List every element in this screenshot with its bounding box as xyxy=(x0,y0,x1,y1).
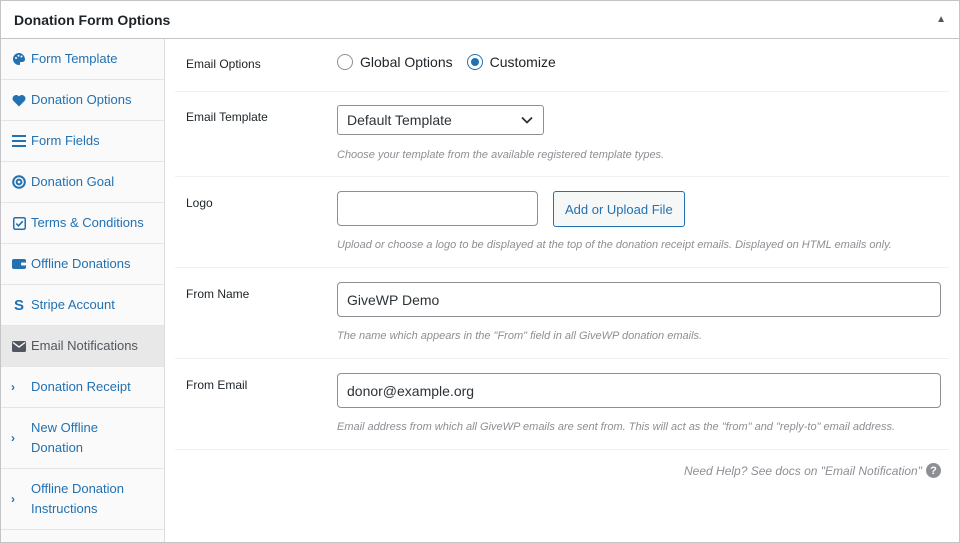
from-email-description: Email address from which all GiveWP emai… xyxy=(337,421,896,433)
chevron-right-icon: › xyxy=(11,380,15,394)
logo-label: Logo xyxy=(186,196,213,210)
sidebar-item-new-offline-donation[interactable]: › New Offline Donation xyxy=(1,408,164,469)
from-email-row: From Email donor@example.org Email addre… xyxy=(175,359,949,450)
radio-label: Global Options xyxy=(360,54,453,70)
from-name-input[interactable]: GiveWP Demo xyxy=(337,282,941,317)
sidebar-item-terms-conditions[interactable]: Terms & Conditions xyxy=(1,203,164,244)
radio-button-checked[interactable] xyxy=(466,54,483,70)
collapse-toggle-icon[interactable]: ▲ xyxy=(936,14,946,25)
email-template-select[interactable]: Default Template xyxy=(337,105,544,135)
sidebar-item-label: Donation Goal xyxy=(31,174,115,189)
chevron-right-icon: › xyxy=(11,492,15,506)
from-email-label: From Email xyxy=(186,378,248,392)
palette-icon xyxy=(11,51,27,67)
sidebar-item-email-notifications[interactable]: Email Notifications xyxy=(1,326,164,367)
from-name-row: From Name GiveWP Demo The name which app… xyxy=(175,268,949,359)
global-options-radio[interactable]: Global Options xyxy=(337,54,453,70)
help-text: Need Help? See docs on "Email Notificati… xyxy=(684,463,922,478)
sidebar-item-form-template[interactable]: Form Template xyxy=(1,39,164,80)
wallet-icon xyxy=(11,256,27,272)
envelope-icon xyxy=(11,338,27,354)
sidebar-item-label: Donation Options xyxy=(31,92,132,107)
from-name-description: The name which appears in the "From" fie… xyxy=(337,330,703,342)
target-icon xyxy=(11,174,27,190)
sidebar-item-label: Donation Receipt xyxy=(31,379,131,394)
logo-url-input[interactable] xyxy=(337,191,538,226)
from-email-input[interactable]: donor@example.org xyxy=(337,373,941,408)
sidebar-item-label: Terms & Conditions xyxy=(31,215,144,230)
customize-radio[interactable]: Customize xyxy=(466,54,556,70)
select-value: Default Template xyxy=(347,112,452,128)
sidebar-item-donation-goal[interactable]: Donation Goal xyxy=(1,162,164,203)
list-icon xyxy=(11,133,27,149)
radio-label: Customize xyxy=(489,54,556,70)
add-or-upload-file-button[interactable]: Add or Upload File xyxy=(553,191,685,227)
sidebar-item-label: Offline Donation Instructions xyxy=(31,481,124,516)
logo-description: Upload or choose a logo to be displayed … xyxy=(337,239,892,251)
sidebar-item-label: Email Notifications xyxy=(31,338,138,353)
donation-form-options-panel: Donation Form Options ▲ Form Template Do… xyxy=(0,0,960,543)
panel-title: Donation Form Options xyxy=(14,11,171,28)
sidebar-item-label: Stripe Account xyxy=(31,297,115,312)
sidebar-item-offline-donation-instructions[interactable]: › Offline Donation Instructions xyxy=(1,469,164,530)
sidebar-item-donation-receipt[interactable]: › Donation Receipt xyxy=(1,367,164,408)
from-name-label: From Name xyxy=(186,287,250,301)
logo-row: Logo Add or Upload File Upload or choose… xyxy=(175,177,949,268)
sidebar-item-label: Form Fields xyxy=(31,133,100,148)
email-template-label: Email Template xyxy=(186,110,268,124)
stripe-icon: S xyxy=(13,296,24,314)
sidebar-item-label: New Offline Donation xyxy=(31,420,98,455)
email-template-row: Email Template Default Template Choose y… xyxy=(175,92,949,177)
sidebar-item-label: Offline Donations xyxy=(31,256,131,271)
email-options-radio-group: Global Options Customize xyxy=(337,54,570,70)
panel-header: Donation Form Options ▲ xyxy=(1,1,959,39)
help-link[interactable]: Need Help? See docs on "Email Notificati… xyxy=(684,463,941,478)
options-content: Email Options Global Options Customize E… xyxy=(165,39,959,542)
options-sidebar: Form Template Donation Options Form Fiel… xyxy=(1,39,165,542)
email-template-description: Choose your template from the available … xyxy=(337,149,665,161)
sidebar-item-donation-options[interactable]: Donation Options xyxy=(1,80,164,121)
sidebar-item-form-fields[interactable]: Form Fields xyxy=(1,121,164,162)
email-options-row: Email Options Global Options Customize xyxy=(175,39,949,92)
sidebar-item-label: Form Template xyxy=(31,51,118,66)
chevron-down-icon xyxy=(521,116,533,124)
chevron-right-icon: › xyxy=(11,431,15,445)
sidebar-item-offline-donations[interactable]: Offline Donations xyxy=(1,244,164,285)
sidebar-item-stripe-account[interactable]: S Stripe Account xyxy=(1,285,164,326)
checkbox-icon xyxy=(11,215,27,231)
heart-icon xyxy=(11,92,27,108)
email-options-label: Email Options xyxy=(186,57,261,71)
question-mark-icon[interactable]: ? xyxy=(926,463,941,478)
radio-button[interactable] xyxy=(337,54,353,70)
